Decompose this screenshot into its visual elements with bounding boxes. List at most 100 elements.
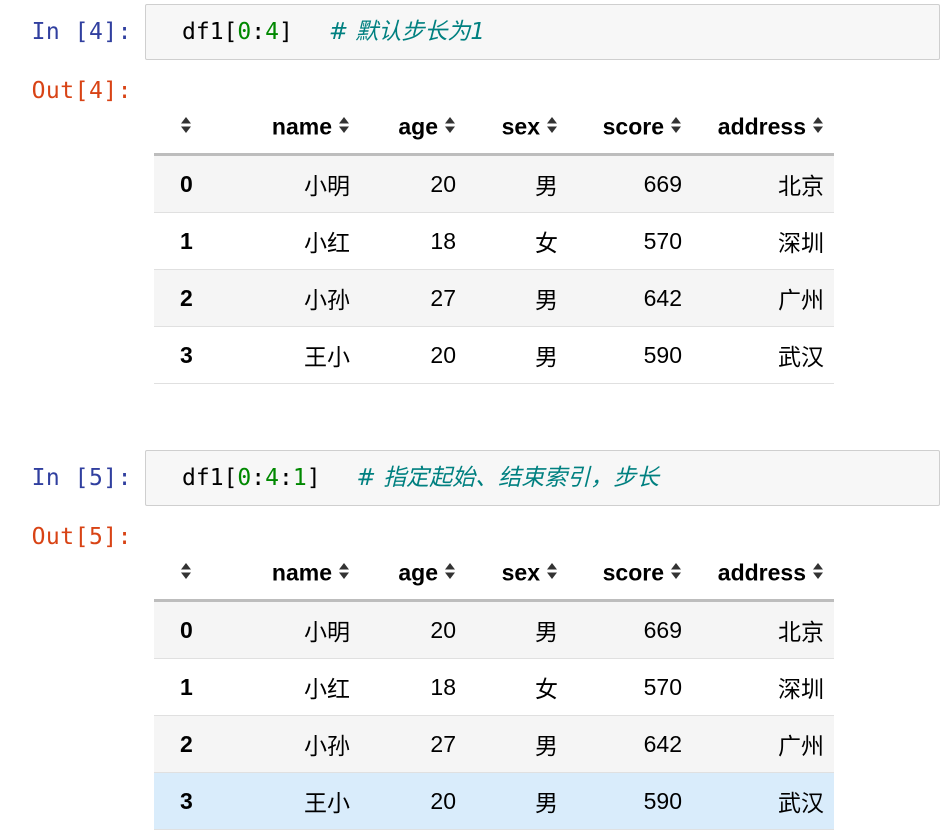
- column-header-score[interactable]: score: [568, 545, 692, 602]
- code-text: ]: [306, 465, 321, 491]
- table-row[interactable]: 2 小孙 27 男 642 广州: [154, 715, 834, 773]
- sort-arrows-icon[interactable]: [670, 116, 682, 134]
- code-input-area[interactable]: df1[0:4] # 默认步长为1: [145, 4, 940, 60]
- sort-arrows-icon[interactable]: [338, 562, 350, 580]
- table-cell-name: 王小: [304, 790, 350, 816]
- table-row[interactable]: 3 王小 20 男 590 武汉: [154, 772, 834, 830]
- column-label: age: [398, 113, 438, 140]
- column-label: sex: [501, 113, 540, 140]
- table-cell-age: 20: [430, 170, 456, 197]
- header-row: name age sex score address: [154, 545, 834, 602]
- table-cell-sex: 男: [535, 733, 558, 759]
- code-text: df1[: [182, 465, 238, 491]
- code-comment: # 指定起始、结束索引，步长: [356, 465, 660, 491]
- sort-arrows-icon[interactable]: [444, 116, 456, 134]
- row-index: 0: [180, 616, 193, 643]
- table-cell-name: 王小: [304, 344, 350, 370]
- table-row[interactable]: 2 小孙 27 男 642 广州: [154, 269, 834, 327]
- table-cell-age: 27: [430, 730, 456, 757]
- index-header[interactable]: [154, 99, 244, 156]
- code-number: 0: [237, 19, 252, 45]
- sort-arrows-icon[interactable]: [180, 116, 192, 134]
- column-label: address: [717, 113, 806, 140]
- table-row[interactable]: 0 小明 20 男 669 北京: [154, 600, 834, 659]
- code-number: 4: [265, 19, 279, 45]
- sort-arrows-icon[interactable]: [444, 562, 456, 580]
- table-row[interactable]: 0 小明 20 男 669 北京: [154, 154, 834, 213]
- table-cell-age: 20: [430, 341, 456, 368]
- input-prompt: In [5]:: [31, 465, 132, 491]
- table-cell-name: 小红: [304, 230, 350, 256]
- table-cell-sex: 男: [535, 790, 558, 816]
- column-header-address[interactable]: address: [692, 545, 834, 602]
- column-header-sex[interactable]: sex: [466, 545, 568, 602]
- table-cell-age: 27: [430, 284, 456, 311]
- column-header-sex[interactable]: sex: [466, 99, 568, 156]
- output-prompt: Out[5]:: [31, 524, 132, 550]
- table-cell-sex: 女: [535, 230, 558, 256]
- column-label: score: [602, 559, 664, 586]
- output-prompt: Out[4]:: [31, 78, 132, 104]
- row-index: 3: [180, 787, 193, 814]
- column-label: name: [271, 113, 332, 140]
- table-cell-score: 590: [643, 341, 682, 368]
- code-line[interactable]: df1[0:4:1] # 指定起始、结束索引，步长: [182, 451, 659, 505]
- table-cell-age: 18: [430, 673, 456, 700]
- column-header-name[interactable]: name: [244, 545, 360, 602]
- sort-arrows-icon[interactable]: [546, 562, 558, 580]
- code-comment: # 默认步长为1: [328, 19, 486, 45]
- table-cell-name: 小孙: [304, 733, 350, 759]
- table-cell-score: 590: [643, 787, 682, 814]
- code-line[interactable]: df1[0:4] # 默认步长为1: [182, 5, 485, 59]
- column-header-score[interactable]: score: [568, 99, 692, 156]
- code-colon: :: [251, 465, 266, 491]
- row-index: 0: [180, 170, 193, 197]
- dataframe-output: name age sex score address 0 小明 20 男 669 北京 1 小红 18 女 5…: [154, 545, 834, 830]
- table-cell-address: 深圳: [778, 230, 824, 256]
- code-colon: :: [251, 19, 266, 45]
- sort-arrows-icon[interactable]: [546, 116, 558, 134]
- column-label: score: [602, 113, 664, 140]
- sort-arrows-icon[interactable]: [338, 116, 350, 134]
- table-cell-age: 20: [430, 787, 456, 814]
- table-cell-name: 小明: [304, 173, 350, 199]
- table-row[interactable]: 1 小红 18 女 570 深圳: [154, 213, 834, 270]
- column-label: sex: [501, 559, 540, 586]
- table-cell-sex: 男: [535, 619, 558, 645]
- table-cell-score: 669: [643, 170, 682, 197]
- column-header-name[interactable]: name: [244, 99, 360, 156]
- code-colon: :: [278, 465, 293, 491]
- table-cell-sex: 男: [535, 344, 558, 370]
- table-cell-address: 武汉: [778, 790, 824, 816]
- table-cell-score: 642: [643, 730, 682, 757]
- table-cell-score: 570: [643, 227, 682, 254]
- sort-arrows-icon[interactable]: [812, 562, 824, 580]
- table-cell-address: 广州: [778, 287, 824, 313]
- index-header[interactable]: [154, 545, 244, 602]
- row-index: 3: [180, 341, 193, 368]
- column-header-address[interactable]: address: [692, 99, 834, 156]
- code-input-area[interactable]: df1[0:4:1] # 指定起始、结束索引，步长: [145, 450, 940, 506]
- table-cell-score: 570: [643, 673, 682, 700]
- column-label: name: [271, 559, 332, 586]
- row-index: 2: [180, 284, 193, 311]
- table-cell-name: 小红: [304, 676, 350, 702]
- table-cell-address: 武汉: [778, 344, 824, 370]
- table-cell-address: 深圳: [778, 676, 824, 702]
- table-cell-address: 北京: [778, 173, 824, 199]
- table-row[interactable]: 1 小红 18 女 570 深圳: [154, 659, 834, 716]
- column-header-age[interactable]: age: [360, 99, 466, 156]
- sort-arrows-icon[interactable]: [812, 116, 824, 134]
- row-index: 2: [180, 730, 193, 757]
- sort-arrows-icon[interactable]: [670, 562, 682, 580]
- row-index: 1: [180, 227, 193, 254]
- table-cell-sex: 男: [535, 287, 558, 313]
- sort-arrows-icon[interactable]: [180, 562, 192, 580]
- table-row[interactable]: 3 王小 20 男 590 武汉: [154, 327, 834, 384]
- column-label: age: [398, 559, 438, 586]
- column-header-age[interactable]: age: [360, 545, 466, 602]
- table-cell-address: 广州: [778, 733, 824, 759]
- code-number: 0: [237, 465, 252, 491]
- header-row: name age sex score address: [154, 99, 834, 156]
- table-cell-sex: 男: [535, 173, 558, 199]
